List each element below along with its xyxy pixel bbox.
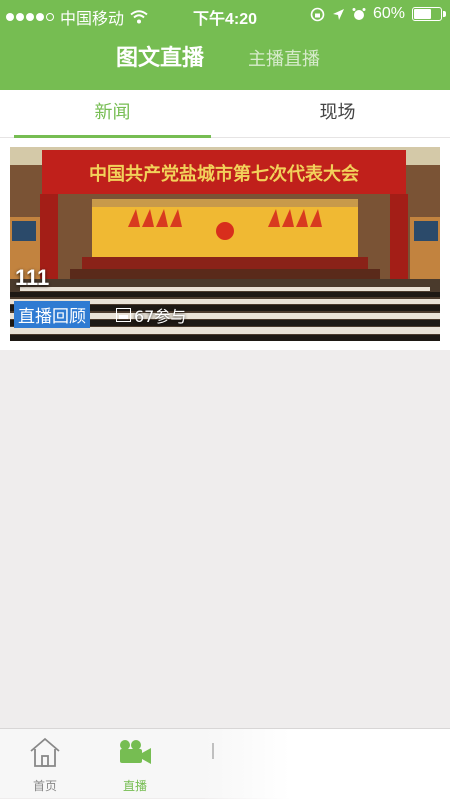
sub-tabs: 新闻 现场 bbox=[0, 90, 450, 138]
home-icon bbox=[30, 737, 60, 767]
feed-card[interactable]: 中国共产党盐城市第七次代表大会 111 直播回顾 67参与 bbox=[0, 138, 450, 350]
bottom-tab-bar: 首页 直播 bbox=[0, 728, 450, 799]
location-icon bbox=[332, 8, 344, 20]
tabbar-live-label: 直播 bbox=[122, 779, 147, 793]
battery-level bbox=[414, 9, 431, 19]
tabbar-home-label: 首页 bbox=[32, 779, 57, 793]
banner-text: 中国共产党盐城市第七次代表大会 bbox=[89, 163, 359, 185]
status-right: 60% bbox=[310, 5, 446, 23]
tab-scene[interactable]: 现场 bbox=[225, 90, 450, 138]
card-photo: 中国共产党盐城市第七次代表大会 111 直播回顾 67参与 bbox=[10, 147, 440, 341]
alarm-icon bbox=[352, 8, 366, 20]
participants-count: 67参与 bbox=[116, 303, 186, 327]
nav-segment: 图文直播 主播直播 bbox=[0, 38, 450, 78]
card-title: 111 bbox=[15, 265, 50, 290]
participants-label: 67参与 bbox=[134, 307, 187, 326]
rotation-lock-icon bbox=[310, 7, 325, 21]
app-header: 中国移动 下午4:20 60% 图文直播 主播直播 bbox=[0, 0, 450, 90]
battery-percent: 60% bbox=[372, 5, 405, 22]
tabbar-home[interactable]: 首页 bbox=[0, 735, 90, 794]
replay-badge: 直播回顾 bbox=[14, 301, 90, 328]
status-bar: 中国移动 下午4:20 60% bbox=[0, 0, 450, 30]
tabbar-fade-overlay bbox=[205, 729, 450, 799]
video-camera-icon bbox=[120, 740, 151, 764]
nav-tab-host-live[interactable]: 主播直播 bbox=[248, 45, 320, 71]
battery-icon bbox=[412, 7, 446, 21]
tab-news[interactable]: 新闻 bbox=[0, 90, 225, 138]
tabbar-live[interactable]: 直播 bbox=[90, 735, 180, 794]
image-icon bbox=[116, 308, 131, 322]
nav-tab-text-live[interactable]: 图文直播 bbox=[116, 40, 204, 72]
